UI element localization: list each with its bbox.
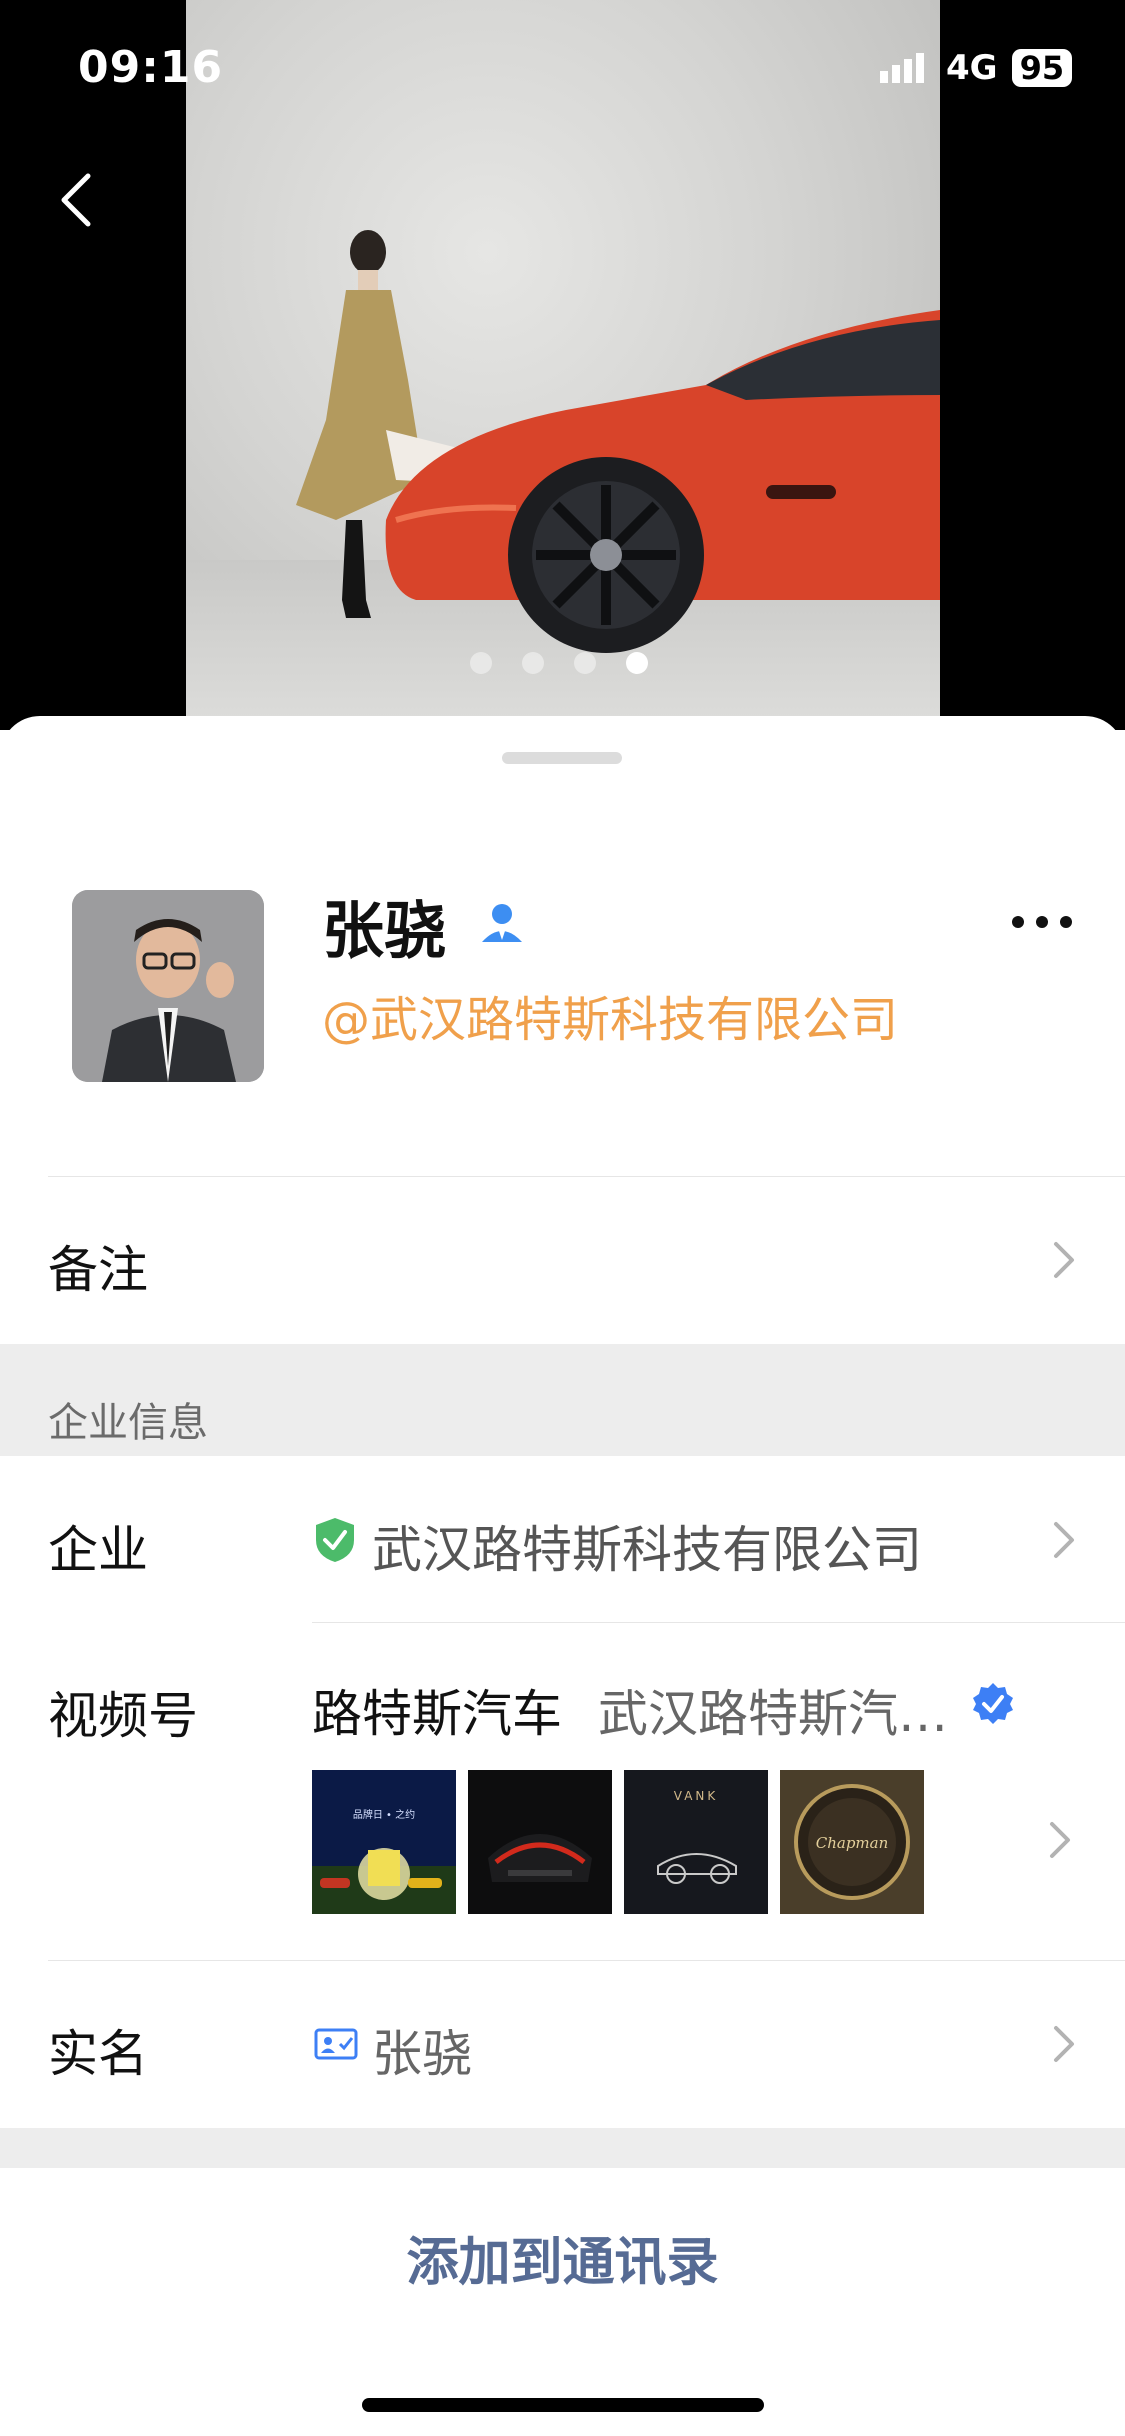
more-options-button[interactable] bbox=[1012, 916, 1072, 928]
chevron-right-icon bbox=[1054, 1522, 1074, 1558]
home-indicator[interactable] bbox=[362, 2398, 764, 2412]
channel-thumbnail[interactable]: Chapman bbox=[780, 1770, 924, 1914]
add-to-contacts-button[interactable]: 添加到通讯录 bbox=[0, 2220, 1125, 2295]
channels-row[interactable]: 视频号 路特斯汽车 武汉路特斯汽… 品牌日 • 之约 VANK Chapman bbox=[0, 1624, 1125, 1960]
carousel-dot[interactable] bbox=[574, 652, 596, 674]
profile-name: 张骁 bbox=[322, 894, 447, 967]
battery-level: 95 bbox=[1011, 49, 1073, 87]
signal-icon bbox=[880, 53, 924, 83]
divider bbox=[48, 1960, 1125, 1961]
chevron-right-icon bbox=[1054, 1242, 1074, 1278]
shield-check-icon bbox=[316, 1518, 354, 1562]
channel-thumbnail[interactable] bbox=[468, 1770, 612, 1914]
carousel-indicator bbox=[470, 652, 648, 674]
remark-row[interactable]: 备注 bbox=[0, 1178, 1125, 1342]
status-indicators: 4G 95 bbox=[880, 48, 1073, 88]
enterprise-value: 武汉路特斯科技有限公司 bbox=[372, 1521, 922, 1579]
channel-thumbnail[interactable]: 品牌日 • 之约 bbox=[312, 1770, 456, 1914]
channels-name: 路特斯汽车 bbox=[312, 1685, 562, 1743]
realname-row[interactable]: 实名 张骁 bbox=[0, 1962, 1125, 2126]
verified-person-icon bbox=[478, 898, 526, 950]
status-time: 09:16 bbox=[78, 42, 224, 93]
hero-photo[interactable] bbox=[186, 0, 940, 720]
sheet-handle[interactable] bbox=[502, 752, 622, 764]
carousel-dot-active[interactable] bbox=[626, 652, 648, 674]
back-button[interactable] bbox=[56, 170, 96, 234]
company-tag[interactable]: @武汉路特斯科技有限公司 bbox=[322, 980, 898, 1050]
verified-badge-icon bbox=[973, 1683, 1013, 1724]
carousel-dot[interactable] bbox=[470, 652, 492, 674]
realname-value: 张骁 bbox=[372, 2025, 472, 2083]
divider bbox=[312, 1622, 1125, 1623]
more-dot bbox=[1036, 916, 1048, 928]
avatar[interactable] bbox=[72, 890, 264, 1082]
channels-owner: 武汉路特斯汽… bbox=[598, 1685, 948, 1743]
divider bbox=[48, 1176, 1125, 1177]
chevron-right-icon bbox=[1050, 1822, 1070, 1858]
thumb-caption: Chapman bbox=[816, 1834, 889, 1852]
more-dot bbox=[1060, 916, 1072, 928]
channel-thumbnail[interactable]: VANK bbox=[624, 1770, 768, 1914]
remark-label: 备注 bbox=[48, 1241, 148, 1299]
thumb-caption: 品牌日 • 之约 bbox=[353, 1808, 415, 1821]
network-type: 4G bbox=[946, 48, 998, 88]
enterprise-label: 企业 bbox=[48, 1521, 148, 1579]
id-card-icon bbox=[314, 2028, 358, 2060]
chevron-right-icon bbox=[1054, 2026, 1074, 2062]
thumb-caption: VANK bbox=[674, 1789, 719, 1803]
chevron-left-icon bbox=[61, 173, 91, 227]
footer-separator bbox=[0, 2128, 1125, 2168]
more-dot bbox=[1012, 916, 1024, 928]
channels-label: 视频号 bbox=[48, 1687, 198, 1745]
carousel-dot[interactable] bbox=[522, 652, 544, 674]
section-title: 企业信息 bbox=[48, 1400, 208, 1446]
enterprise-row[interactable]: 企业 武汉路特斯科技有限公司 bbox=[0, 1458, 1125, 1622]
realname-label: 实名 bbox=[48, 2025, 148, 2083]
hero-illustration bbox=[296, 230, 940, 653]
avatar-portrait bbox=[72, 890, 264, 1082]
